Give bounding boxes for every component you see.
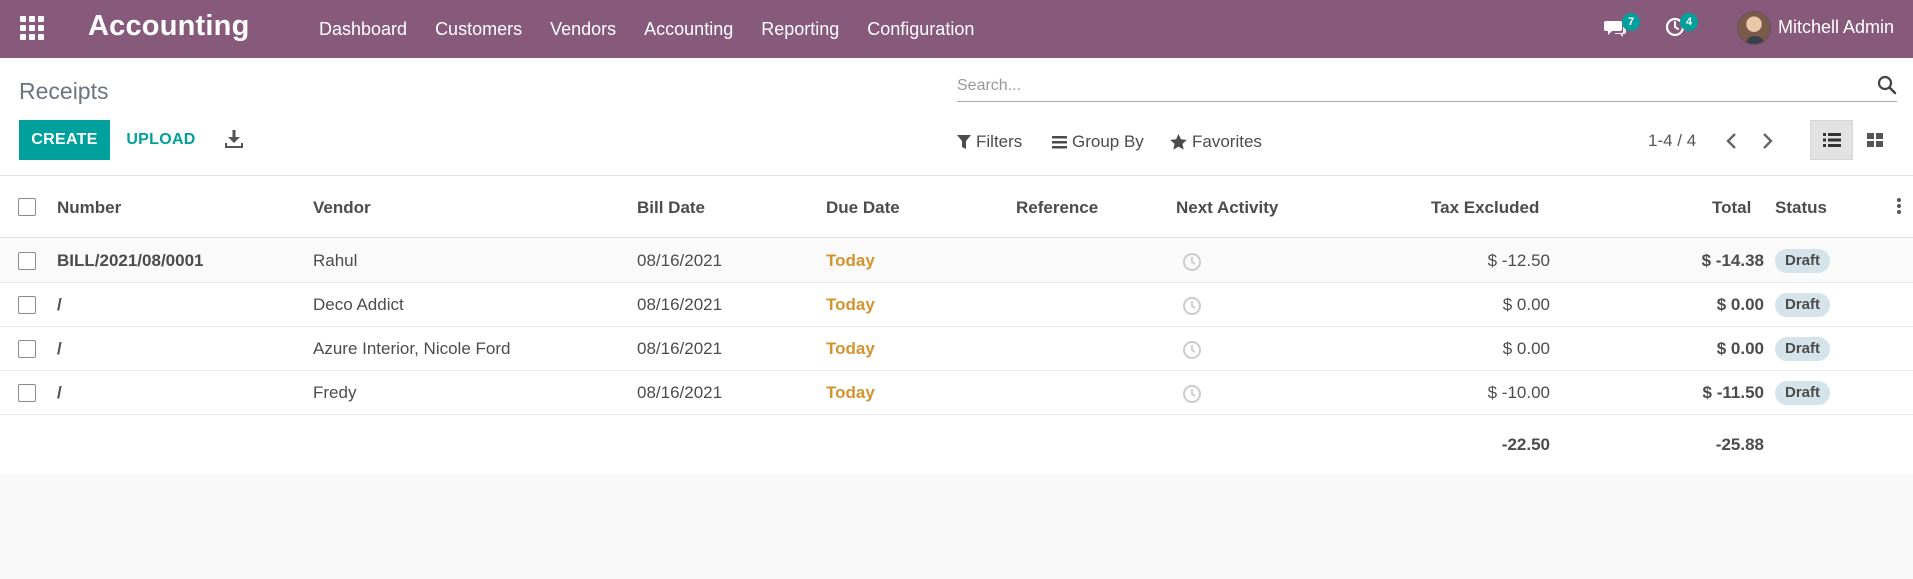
clock-icon[interactable] xyxy=(1182,252,1202,272)
cell-tax-excluded: $ 0.00 xyxy=(1502,339,1550,358)
cell-vendor: Azure Interior, Nicole Ford xyxy=(313,339,511,358)
cell-due-date: Today xyxy=(826,383,875,402)
table-row[interactable]: BILL/2021/08/0001 Rahul 08/16/2021 Today… xyxy=(0,239,1913,283)
menu-vendors[interactable]: Vendors xyxy=(536,19,630,40)
apps-grid-icon[interactable] xyxy=(20,16,44,40)
table-row[interactable]: / Fredy 08/16/2021 Today $ -10.00 $ -11.… xyxy=(0,371,1913,415)
group-by-label: Group By xyxy=(1072,132,1144,151)
status-badge: Draft xyxy=(1775,293,1831,317)
star-icon xyxy=(1170,134,1187,150)
cell-number: / xyxy=(57,295,62,314)
column-number[interactable]: Number xyxy=(57,198,121,218)
column-bill-date[interactable]: Bill Date xyxy=(637,198,705,218)
total-tax-excluded: -22.50 xyxy=(1501,435,1550,454)
search-input[interactable] xyxy=(957,74,1837,98)
cell-number: BILL/2021/08/0001 xyxy=(57,251,204,270)
cell-tax-excluded: $ 0.00 xyxy=(1502,295,1550,314)
table-header: Number Vendor Bill Date Due Date Referen… xyxy=(0,176,1913,238)
cell-due-date: Today xyxy=(826,295,875,314)
favorites-button[interactable]: Favorites xyxy=(1170,132,1262,152)
cell-total: $ 0.00 xyxy=(1716,295,1764,314)
kanban-view-icon xyxy=(1866,133,1883,147)
cell-tax-excluded: $ -10.00 xyxy=(1487,383,1550,402)
menu-customers[interactable]: Customers xyxy=(421,19,536,40)
list-view-button[interactable] xyxy=(1810,120,1853,160)
column-tax-excluded[interactable]: Tax Excluded xyxy=(1431,198,1539,218)
clock-icon[interactable] xyxy=(1182,340,1202,360)
column-reference[interactable]: Reference xyxy=(1016,198,1098,218)
avatar[interactable] xyxy=(1737,11,1771,45)
search-icon[interactable] xyxy=(1877,75,1897,95)
column-due-date[interactable]: Due Date xyxy=(826,198,900,218)
row-checkbox[interactable] xyxy=(18,384,36,402)
cell-total: $ -11.50 xyxy=(1702,383,1764,402)
row-checkbox[interactable] xyxy=(18,340,36,358)
column-vendor[interactable]: Vendor xyxy=(313,198,371,218)
cell-total: $ -14.38 xyxy=(1701,251,1764,270)
top-navbar: Accounting Dashboard Customers Vendors A… xyxy=(0,0,1913,58)
cell-bill-date: 08/16/2021 xyxy=(637,251,723,270)
cell-number: / xyxy=(57,383,62,402)
search-bar xyxy=(957,70,1897,102)
filters-label: Filters xyxy=(976,132,1023,151)
menu-reporting[interactable]: Reporting xyxy=(747,19,853,40)
upload-button[interactable]: UPLOAD xyxy=(118,120,204,160)
list-icon xyxy=(1052,135,1067,148)
menu-dashboard[interactable]: Dashboard xyxy=(305,19,421,40)
list-view-icon xyxy=(1822,133,1841,147)
group-by-button[interactable]: Group By xyxy=(1052,132,1144,152)
column-status[interactable]: Status xyxy=(1775,198,1827,218)
download-icon[interactable] xyxy=(223,128,245,150)
kanban-view-button[interactable] xyxy=(1853,120,1896,160)
cell-due-date: Today xyxy=(826,339,875,358)
main-menu: Dashboard Customers Vendors Accounting R… xyxy=(305,0,988,58)
receipts-table: Number Vendor Bill Date Due Date Referen… xyxy=(0,176,1913,474)
status-badge: Draft xyxy=(1775,249,1831,273)
kebab-icon[interactable] xyxy=(1896,198,1902,216)
chevron-left-icon[interactable] xyxy=(1721,129,1743,153)
column-next-activity[interactable]: Next Activity xyxy=(1176,198,1278,218)
cell-vendor: Rahul xyxy=(313,251,358,270)
cell-vendor: Deco Addict xyxy=(313,295,404,314)
control-panel: Receipts CREATE UPLOAD Filters Group By … xyxy=(0,58,1913,176)
table-row[interactable]: / Azure Interior, Nicole Ford 08/16/2021… xyxy=(0,327,1913,371)
pager-value[interactable]: 1-4 / 4 xyxy=(1648,131,1696,151)
user-name[interactable]: Mitchell Admin xyxy=(1778,17,1894,38)
clock-icon[interactable] xyxy=(1182,384,1202,404)
cell-vendor: Fredy xyxy=(313,383,357,402)
app-brand[interactable]: Accounting xyxy=(88,10,250,43)
page-title: Receipts xyxy=(19,78,109,104)
menu-accounting[interactable]: Accounting xyxy=(630,19,747,40)
chevron-right-icon[interactable] xyxy=(1756,129,1778,153)
favorites-label: Favorites xyxy=(1192,132,1262,151)
totals-row: -22.50 -25.88 xyxy=(0,415,1913,473)
create-button[interactable]: CREATE xyxy=(19,120,110,160)
messages-badge: 7 xyxy=(1622,13,1640,31)
cell-number: / xyxy=(57,339,62,358)
table-row[interactable]: / Deco Addict 08/16/2021 Today $ 0.00 $ … xyxy=(0,283,1913,327)
cell-tax-excluded: $ -12.50 xyxy=(1487,251,1550,270)
cell-bill-date: 08/16/2021 xyxy=(637,295,723,314)
activities-badge: 4 xyxy=(1680,13,1698,31)
row-checkbox[interactable] xyxy=(18,252,36,270)
clock-icon[interactable] xyxy=(1182,296,1202,316)
status-badge: Draft xyxy=(1775,381,1831,405)
column-total[interactable]: Total xyxy=(1712,198,1751,218)
filters-button[interactable]: Filters xyxy=(957,132,1022,152)
row-checkbox[interactable] xyxy=(18,296,36,314)
menu-configuration[interactable]: Configuration xyxy=(853,19,988,40)
total-amount: -25.88 xyxy=(1715,435,1764,454)
status-badge: Draft xyxy=(1775,337,1831,361)
cell-bill-date: 08/16/2021 xyxy=(637,339,723,358)
cell-total: $ 0.00 xyxy=(1716,339,1764,358)
cell-bill-date: 08/16/2021 xyxy=(637,383,723,402)
cell-due-date: Today xyxy=(826,251,875,270)
filter-icon xyxy=(957,134,971,149)
select-all-checkbox[interactable] xyxy=(18,198,36,216)
